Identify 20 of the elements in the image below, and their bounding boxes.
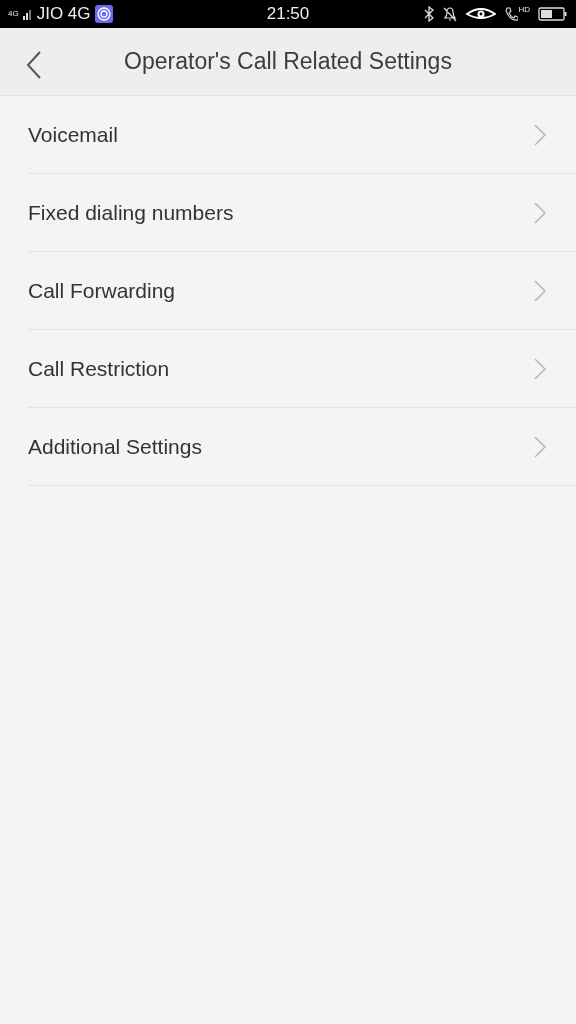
settings-item[interactable]: Voicemail xyxy=(28,96,576,174)
settings-item[interactable]: Call Restriction xyxy=(28,330,576,408)
chevron-right-icon xyxy=(534,123,546,146)
battery-icon xyxy=(538,6,568,22)
network-type: 4G xyxy=(8,10,19,18)
bluetooth-icon xyxy=(424,6,435,22)
chevron-right-icon xyxy=(534,357,546,380)
settings-item[interactable]: Call Forwarding xyxy=(28,252,576,330)
hotspot-icon xyxy=(94,5,113,23)
eye-icon xyxy=(466,7,497,21)
settings-item[interactable]: Additional Settings xyxy=(28,408,576,486)
settings-item[interactable]: Fixed dialing numbers xyxy=(28,174,576,252)
chevron-right-icon xyxy=(534,201,546,224)
chevron-right-icon xyxy=(534,279,546,302)
clock: 21:50 xyxy=(266,4,310,24)
muted-bell-icon xyxy=(442,6,459,22)
chevron-right-icon xyxy=(534,435,546,458)
signal-icon xyxy=(22,8,33,20)
page-title: Operator's Call Related Settings xyxy=(124,47,452,77)
carrier-name: JIO 4G xyxy=(36,3,91,26)
